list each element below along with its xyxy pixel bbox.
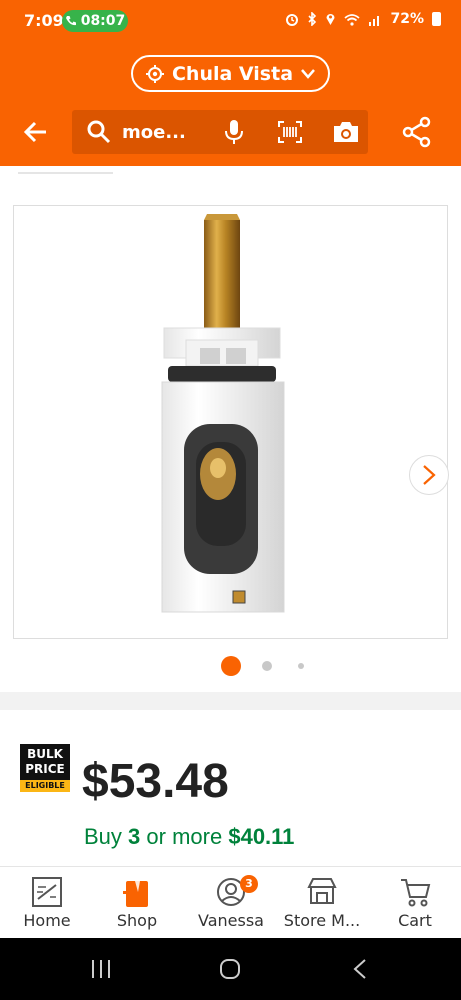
battery-percent: 72% bbox=[390, 11, 424, 27]
location-target-icon bbox=[145, 64, 164, 83]
wifi-icon bbox=[344, 13, 361, 26]
app-header: 7:09 08:07 72% Chula Vista moe... bbox=[0, 0, 461, 166]
nav-label-account: Vanessa bbox=[198, 911, 264, 930]
pagination-dot[interactable] bbox=[298, 663, 304, 669]
bulk-badge-top: BULK PRICE bbox=[20, 744, 70, 780]
rating-placeholder bbox=[18, 166, 113, 174]
bulk-offer-qty: 3 bbox=[128, 824, 141, 849]
location-status-icon bbox=[326, 14, 335, 25]
bulk-price-eligible-badge: BULK PRICE ELIGIBLE bbox=[20, 744, 70, 792]
recent-apps-icon[interactable] bbox=[90, 958, 112, 980]
nav-account[interactable]: 3 Vanessa bbox=[192, 867, 270, 939]
nav-shop[interactable]: Shop bbox=[106, 867, 168, 939]
bulk-offer-mid: or more bbox=[146, 824, 223, 849]
back-arrow-icon bbox=[23, 121, 46, 143]
share-button[interactable] bbox=[402, 116, 432, 152]
home-depot-logo-icon bbox=[32, 877, 62, 907]
bulk-badge-line1: BULK bbox=[27, 747, 63, 761]
bottom-navigation: Home Shop 3 Vanessa Store M... Cart bbox=[0, 866, 461, 938]
call-timer: 08:07 bbox=[80, 13, 126, 29]
share-icon bbox=[402, 116, 431, 148]
bulk-price-offer: Buy 3 or more $40.11 bbox=[84, 824, 294, 850]
status-time: 7:09 bbox=[24, 11, 64, 30]
status-bar: 7:09 08:07 72% bbox=[0, 0, 461, 42]
signal-icon bbox=[369, 15, 380, 26]
status-icons: 72% bbox=[285, 11, 441, 27]
nav-home[interactable]: Home bbox=[14, 867, 80, 939]
chevron-right-icon bbox=[423, 465, 436, 485]
camera-icon[interactable] bbox=[332, 120, 360, 144]
battery-icon bbox=[432, 12, 441, 26]
product-image-viewer[interactable] bbox=[13, 205, 449, 639]
nav-label-shop: Shop bbox=[116, 911, 158, 930]
bulk-offer-prefix: Buy bbox=[84, 824, 122, 849]
notification-badge: 3 bbox=[240, 875, 258, 893]
price-section: BULK PRICE ELIGIBLE $53.48 Buy 3 or more… bbox=[0, 710, 461, 870]
product-image-card bbox=[0, 166, 461, 692]
back-nav-icon[interactable] bbox=[352, 958, 368, 980]
store-location-label: Chula Vista bbox=[171, 62, 294, 85]
bulk-offer-price: $40.11 bbox=[228, 824, 295, 849]
product-image-faucet-cartridge bbox=[161, 214, 285, 613]
home-button-icon[interactable] bbox=[219, 958, 241, 980]
cart-icon bbox=[401, 879, 431, 907]
pagination-dot[interactable] bbox=[262, 661, 272, 671]
gallery-pagination bbox=[0, 656, 461, 676]
nav-cart[interactable]: Cart bbox=[384, 867, 446, 939]
bluetooth-icon bbox=[308, 12, 317, 26]
ongoing-call-pill[interactable]: 08:07 bbox=[62, 10, 128, 32]
next-image-button[interactable] bbox=[409, 455, 449, 495]
phone-icon bbox=[65, 16, 76, 26]
nav-label-cart: Cart bbox=[398, 911, 432, 930]
chevron-down-icon bbox=[301, 68, 315, 79]
pagination-dot-active[interactable] bbox=[221, 656, 241, 676]
search-query[interactable]: moe... bbox=[122, 122, 186, 143]
back-button[interactable] bbox=[22, 118, 50, 146]
product-price: $53.48 bbox=[82, 755, 229, 808]
nav-label-home: Home bbox=[23, 911, 71, 930]
system-navigation-bar bbox=[0, 938, 461, 1000]
search-bar[interactable]: moe... bbox=[72, 110, 368, 154]
shop-icon bbox=[123, 881, 148, 907]
microphone-icon[interactable] bbox=[224, 119, 244, 145]
bulk-badge-line3: ELIGIBLE bbox=[20, 780, 70, 792]
account-icon-wrap: 3 bbox=[216, 875, 258, 907]
store-location-selector[interactable]: Chula Vista bbox=[131, 55, 330, 92]
alarm-icon bbox=[286, 14, 299, 26]
nav-store-mode[interactable]: Store M... bbox=[274, 867, 370, 939]
store-icon bbox=[307, 878, 337, 904]
bulk-badge-line2: PRICE bbox=[25, 762, 65, 776]
nav-label-store-mode: Store M... bbox=[283, 911, 361, 930]
search-icon bbox=[87, 120, 111, 144]
barcode-icon[interactable] bbox=[278, 121, 302, 143]
